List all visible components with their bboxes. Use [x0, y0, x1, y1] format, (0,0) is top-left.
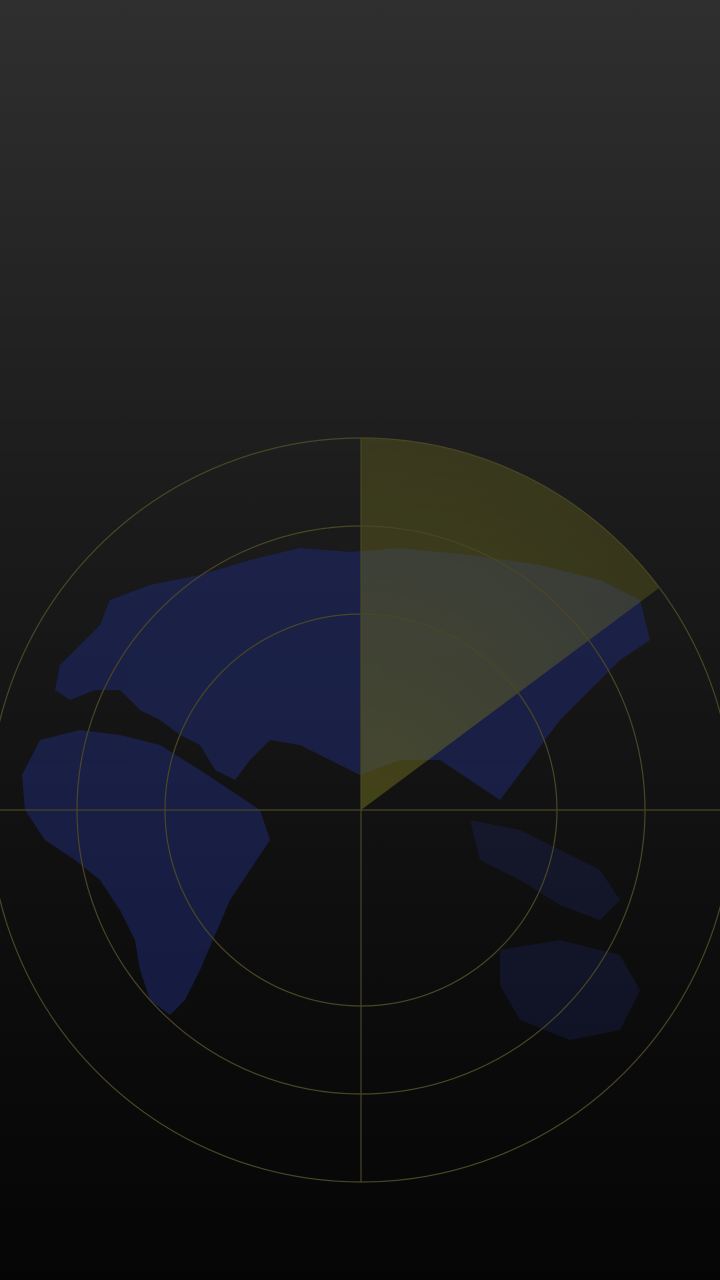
islands-landmass: [470, 820, 620, 920]
australia-landmass: [500, 940, 640, 1040]
radar-screen: [0, 0, 720, 1280]
radar-display: [0, 437, 720, 1183]
